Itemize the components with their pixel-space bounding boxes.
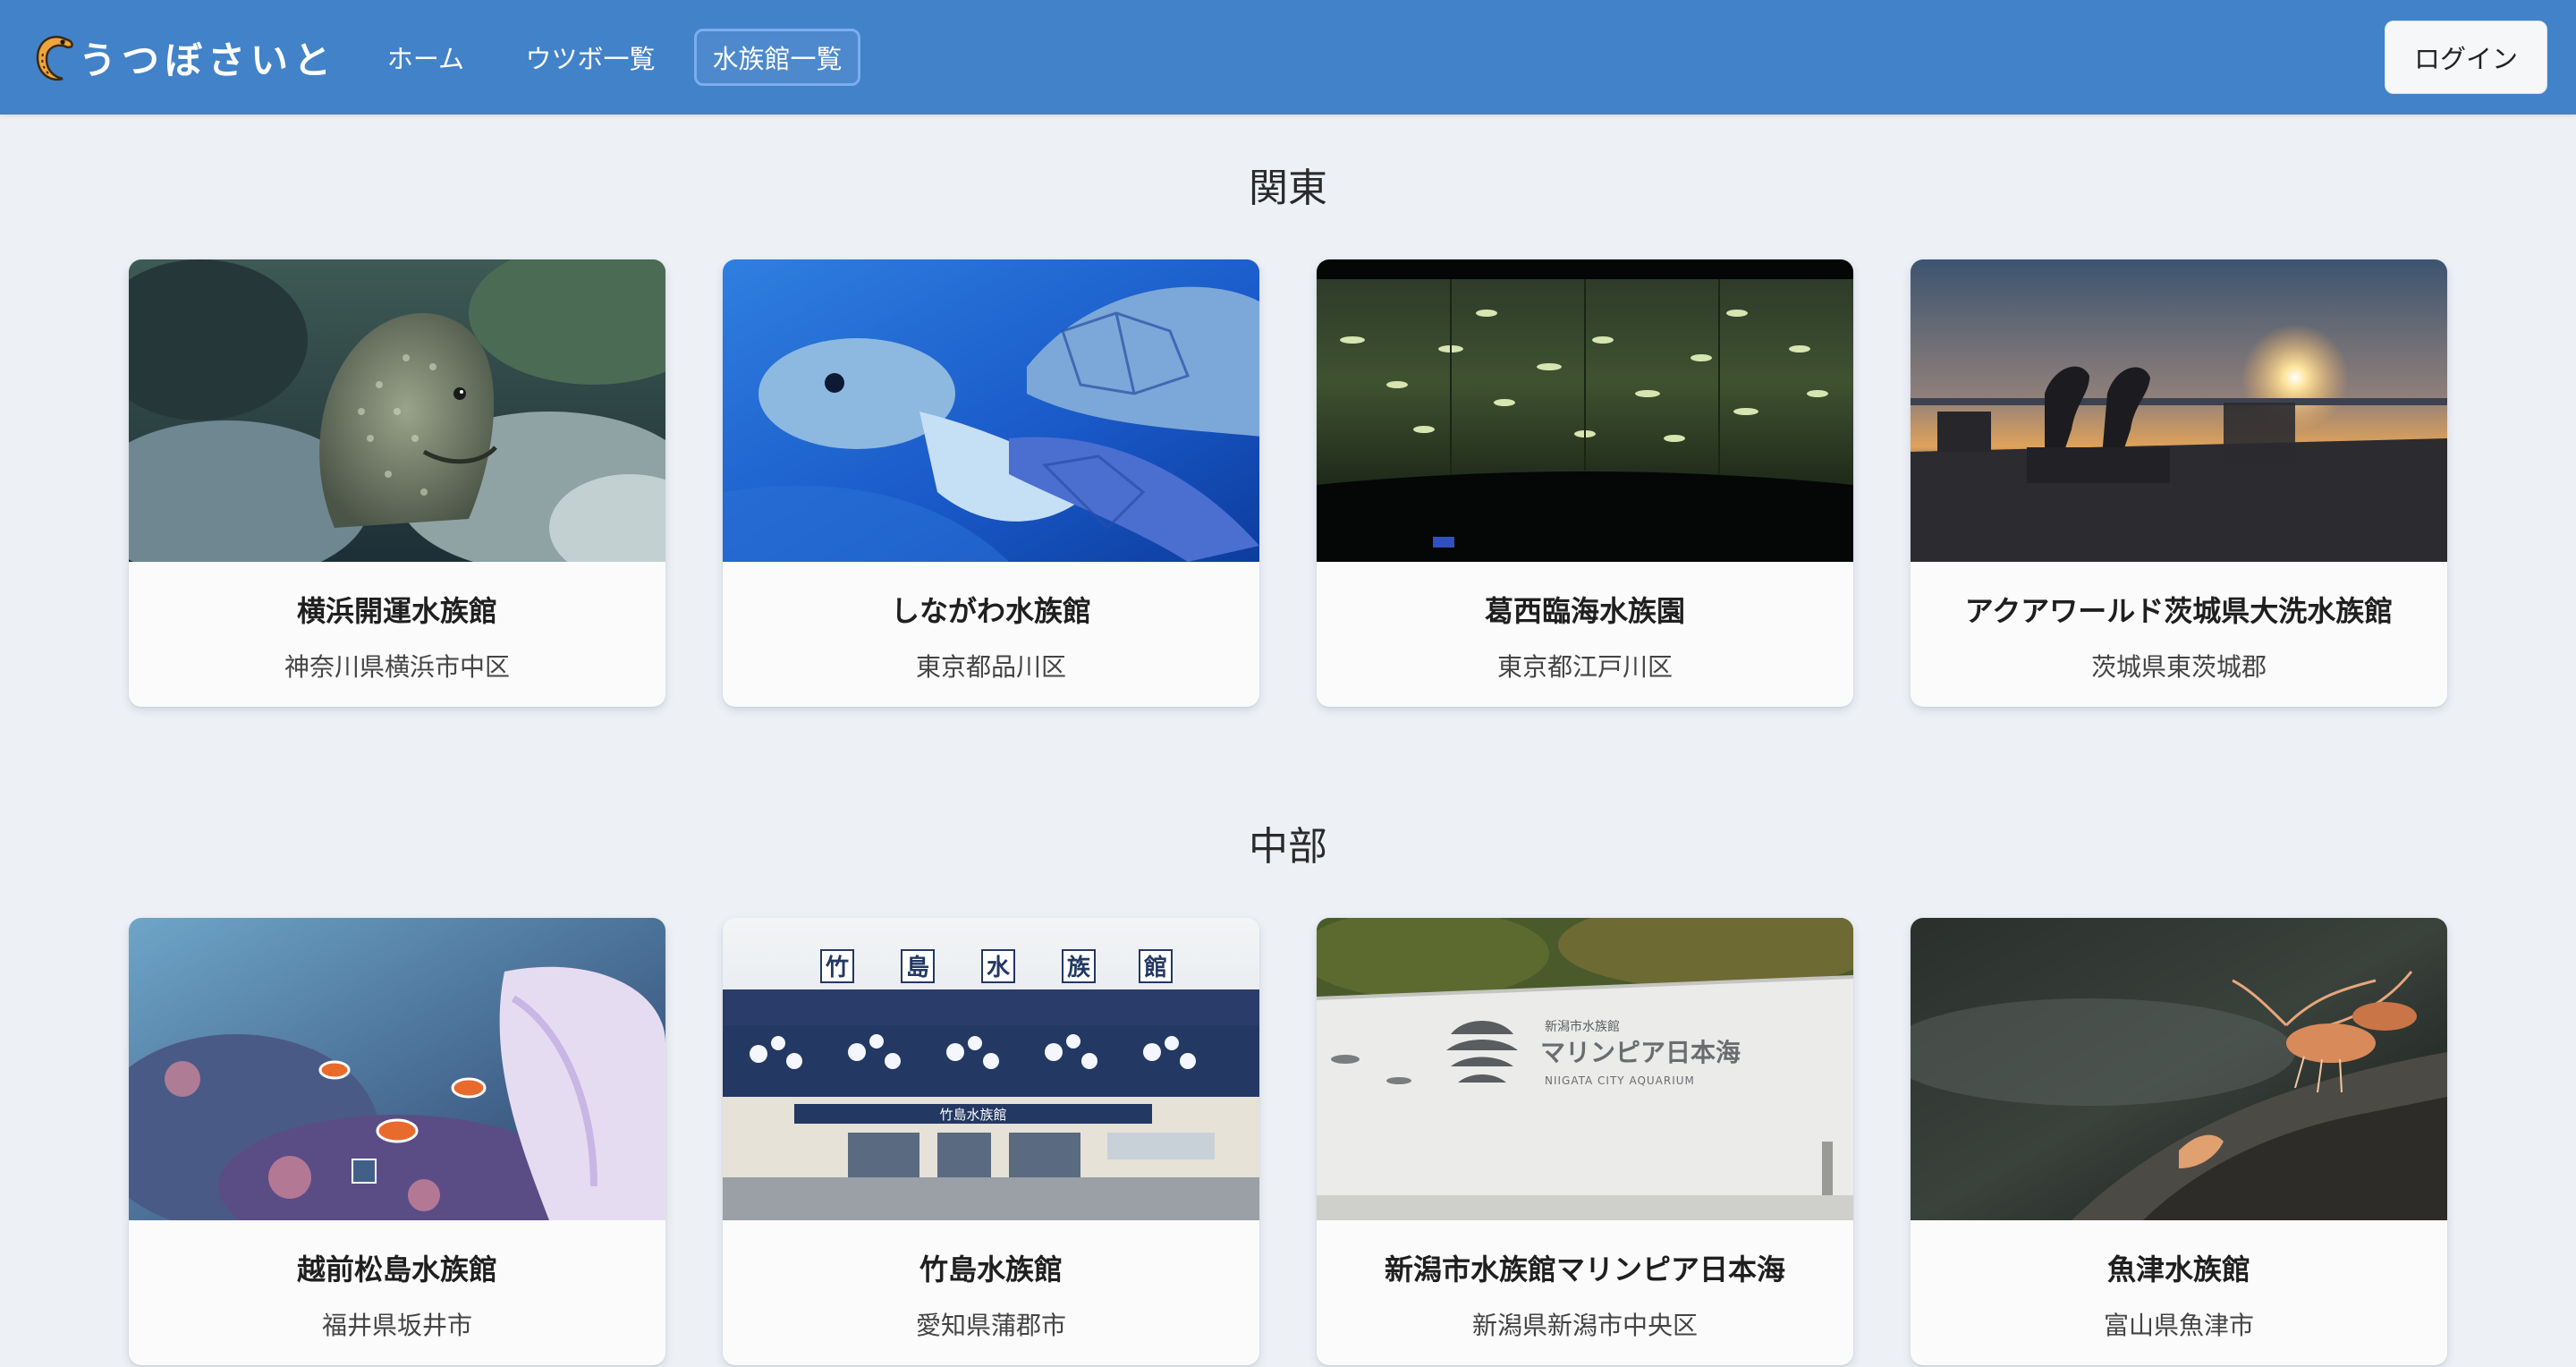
aquarium-name: 竹島水族館 — [919, 1252, 1063, 1286]
aquarium-location: 福井県坂井市 — [321, 1311, 472, 1340]
marinepia-small-sign: 新潟市水族館 — [1545, 1019, 1620, 1034]
aquarium-card[interactable]: 葛西臨海水族園 東京都江戸川区 — [1317, 259, 1853, 707]
aquarium-name: アクアワールド茨城県大洗水族館 — [1964, 594, 2394, 628]
aquarium-name: 横浜開運水族館 — [296, 594, 497, 628]
fish-tank-photo — [1317, 259, 1853, 562]
aquarium-location: 愛知県蒲郡市 — [915, 1311, 1066, 1340]
aquarium-card[interactable]: 横浜開運水族館 神奈川県横浜市中区 — [129, 259, 665, 707]
aquarium-card[interactable]: 新潟市水族館 マリンピア日本海 NIIGATA CITY AQUARIUM 新潟… — [1317, 918, 1853, 1365]
sea-turtle-photo — [723, 259, 1259, 562]
aquarium-name: 魚津水族館 — [2106, 1252, 2250, 1286]
roof-sign-char: 館 — [1144, 954, 1167, 981]
brand-name: うつぼさいと — [79, 38, 337, 82]
coral-reef-clownfish-photo — [129, 918, 665, 1220]
aquarium-location: 新潟県新潟市中央区 — [1471, 1311, 1698, 1340]
top-navbar: うつぼさいと ホーム ウツボ一覧 水族館一覧 ログイン — [0, 0, 2576, 115]
aquarium-location: 富山県魚津市 — [2103, 1311, 2254, 1340]
moray-eel-logo-icon — [36, 35, 73, 81]
marinepia-main-sign: マリンピア日本海 — [1540, 1038, 1741, 1067]
nav-aquarium-list-link[interactable]: 水族館一覧 — [694, 29, 860, 86]
aquarium-name: しながわ水族館 — [890, 594, 1091, 628]
roof-sign-char: 族 — [1067, 954, 1091, 981]
sunset-dolphin-statue-photo — [1911, 259, 2447, 562]
brand-home-link[interactable]: うつぼさいと — [30, 25, 336, 89]
marinepia-en-sign: NIIGATA CITY AQUARIUM — [1545, 1074, 1695, 1087]
roof-sign-char: 竹 — [825, 955, 849, 981]
aquarium-location: 東京都品川区 — [915, 652, 1066, 682]
aquarium-location: 茨城県東茨城郡 — [2090, 652, 2267, 682]
marinepia-sign-wall-photo: 新潟市水族館 マリンピア日本海 NIIGATA CITY AQUARIUM — [1317, 918, 1853, 1220]
aquarium-location: 東京都江戸川区 — [1496, 652, 1673, 682]
shrimp-on-rock-photo — [1911, 918, 2447, 1220]
roof-sign-char: 水 — [987, 955, 1011, 981]
aquarium-card[interactable]: 魚津水族館 富山県魚津市 — [1911, 918, 2447, 1365]
moray-eel-photo — [129, 259, 665, 562]
roof-sign-char: 島 — [906, 955, 929, 981]
entrance-sign: 竹島水族館 — [939, 1107, 1006, 1123]
aquarium-card[interactable]: しながわ水族館 東京都品川区 — [723, 259, 1259, 707]
card-row-chubu: 越前松島水族館 福井県坂井市 竹 島 水 族 館 竹島水族館 竹島水族館 愛知県… — [129, 918, 2447, 1365]
region-heading-chubu: 中部 — [1249, 824, 1327, 870]
aquarium-card[interactable]: 越前松島水族館 福井県坂井市 — [129, 918, 665, 1365]
aquarium-building-photo: 竹 島 水 族 館 竹島水族館 — [723, 918, 1259, 1220]
nav-moray-list-link[interactable]: ウツボ一覧 — [513, 29, 667, 86]
aquarium-card[interactable]: 竹 島 水 族 館 竹島水族館 竹島水族館 愛知県蒲郡市 — [723, 918, 1259, 1365]
aquarium-card[interactable]: アクアワールド茨城県大洗水族館 茨城県東茨城郡 — [1911, 259, 2447, 707]
region-heading-kanto: 関東 — [1249, 166, 1327, 211]
login-button[interactable]: ログイン — [2385, 21, 2547, 94]
aquarium-name: 越前松島水族館 — [296, 1252, 497, 1286]
aquarium-name: 新潟市水族館マリンピア日本海 — [1384, 1252, 1785, 1286]
aquarium-location: 神奈川県横浜市中区 — [284, 652, 510, 682]
aquarium-name: 葛西臨海水族園 — [1484, 594, 1685, 628]
nav-home-link[interactable]: ホーム — [374, 29, 478, 86]
card-row-kanto: 横浜開運水族館 神奈川県横浜市中区 しながわ水族館 東京都品川区 葛西臨海水族園… — [129, 259, 2447, 707]
